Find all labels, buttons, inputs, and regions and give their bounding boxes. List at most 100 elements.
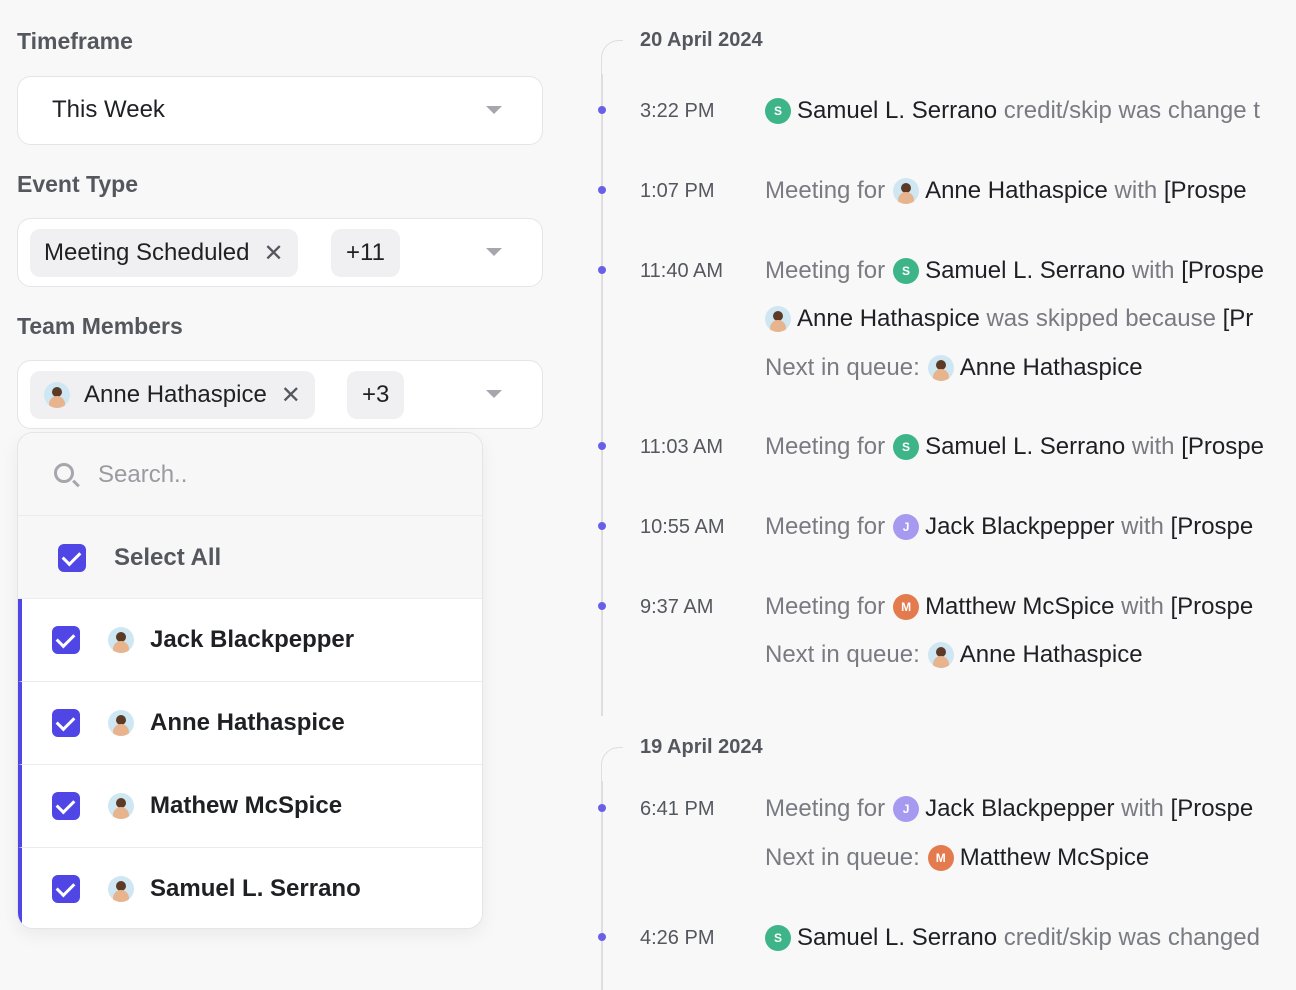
event-row[interactable]: Next in queue: Anne Hathaspice [765, 641, 1143, 669]
avatar: J [893, 514, 920, 540]
event-person[interactable]: Anne Hathaspice [797, 305, 980, 333]
member-option[interactable]: Anne Hathaspice [18, 682, 482, 765]
timeline-date: 20 April 2024 [640, 29, 763, 51]
event-prefix: Meeting for [765, 513, 886, 540]
team-members-dropdown: Select All Jack Blackpepper Anne Hathasp… [17, 432, 483, 929]
event-prefix: Meeting for [765, 177, 886, 204]
member-option[interactable]: Mathew McSpice [18, 765, 482, 848]
event-person[interactable]: Matthew McSpice [960, 844, 1149, 872]
team-member-chip: Anne Hathaspice ✕ [30, 371, 315, 419]
event-text: credit/skip was changed [1003, 924, 1260, 951]
event-row[interactable]: S Samuel L. Serrano credit/skip was chan… [765, 924, 1260, 952]
event-type-more-count: +11 [346, 239, 385, 266]
event-row[interactable]: Anne Hathaspice was skipped because [Pr [765, 305, 1253, 333]
event-type-chip: Meeting Scheduled ✕ [30, 229, 298, 277]
event-row[interactable]: Next in queue: M Matthew McSpice [765, 844, 1149, 872]
timeline-connector [601, 747, 623, 783]
event-row[interactable]: Meeting for M Matthew McSpice with [Pros… [765, 593, 1253, 621]
timeline-dot [598, 602, 606, 610]
event-person[interactable]: Samuel L. Serrano [925, 433, 1125, 461]
event-text: [Prospe [1170, 795, 1254, 822]
timeline-date: 19 April 2024 [640, 736, 763, 758]
event-text: [Prospe [1170, 593, 1254, 620]
member-checkbox[interactable] [52, 626, 80, 654]
event-person[interactable]: Jack Blackpepper [925, 513, 1114, 541]
avatar: M [927, 845, 954, 871]
event-person[interactable]: Anne Hathaspice [960, 354, 1143, 382]
event-person[interactable]: Samuel L. Serrano [797, 97, 997, 125]
event-time: 11:03 AM [640, 436, 724, 458]
event-text: [Prospe [1181, 257, 1264, 284]
event-type-chip-label: Meeting Scheduled [44, 239, 250, 266]
member-checkbox[interactable] [52, 709, 80, 737]
close-icon[interactable]: ✕ [263, 239, 283, 268]
chevron-down-icon[interactable] [486, 106, 502, 114]
timeline-dot [598, 522, 606, 530]
event-type-label: Event Type [17, 171, 138, 197]
select-all-checkbox[interactable] [58, 544, 86, 572]
event-time: 9:37 AM [640, 596, 714, 618]
avatar [765, 306, 791, 332]
event-person[interactable]: Jack Blackpepper [925, 795, 1114, 823]
avatar [927, 355, 954, 381]
timeline-dot [598, 442, 606, 450]
search-icon [54, 463, 74, 483]
timeline-line [601, 781, 603, 990]
close-icon[interactable]: ✕ [281, 381, 301, 410]
event-text: [Prospe [1170, 513, 1254, 540]
member-option[interactable]: Jack Blackpepper [18, 599, 482, 682]
event-row[interactable]: Meeting for Anne Hathaspice with [Prospe [765, 177, 1247, 205]
event-person[interactable]: Matthew McSpice [925, 593, 1114, 621]
event-person[interactable]: Samuel L. Serrano [925, 257, 1125, 285]
select-all-row[interactable]: Select All [18, 516, 482, 599]
chevron-down-icon[interactable] [486, 248, 502, 256]
event-type-select[interactable]: Meeting Scheduled ✕ +11 [17, 218, 543, 287]
member-option-label: Anne Hathaspice [150, 709, 345, 736]
member-option-label: Samuel L. Serrano [150, 875, 361, 902]
team-members-more-badge[interactable]: +3 [347, 371, 405, 419]
event-prefix: Next in queue: [765, 844, 920, 871]
member-option[interactable]: Samuel L. Serrano [18, 848, 482, 928]
avatar: S [893, 434, 920, 460]
timeline-line [601, 74, 603, 716]
avatar [108, 710, 134, 736]
search-row [18, 433, 482, 516]
timeline-dot [598, 106, 606, 114]
team-members-label: Team Members [17, 313, 183, 339]
team-members-select[interactable]: Anne Hathaspice ✕ +3 [17, 360, 543, 429]
event-time: 10:55 AM [640, 516, 725, 538]
event-person[interactable]: Samuel L. Serrano [797, 924, 997, 952]
event-prefix: Meeting for [765, 433, 886, 460]
timeframe-label: Timeframe [17, 28, 133, 54]
event-text: [Prospe [1181, 433, 1264, 460]
event-prefix: Next in queue: [765, 641, 920, 668]
event-row[interactable]: Meeting for J Jack Blackpepper with [Pro… [765, 513, 1253, 541]
event-row[interactable]: S Samuel L. Serrano credit/skip was chan… [765, 97, 1260, 125]
avatar [893, 178, 920, 204]
member-checkbox[interactable] [52, 875, 80, 903]
avatar: J [893, 796, 920, 822]
event-with: with [1114, 177, 1158, 204]
event-person[interactable]: Anne Hathaspice [960, 641, 1143, 669]
event-prefix: Meeting for [765, 593, 886, 620]
member-checkbox[interactable] [52, 792, 80, 820]
chevron-down-icon[interactable] [486, 390, 502, 398]
event-row[interactable]: Next in queue: Anne Hathaspice [765, 354, 1143, 382]
event-row[interactable]: Meeting for S Samuel L. Serrano with [Pr… [765, 433, 1264, 461]
search-input[interactable] [98, 458, 438, 492]
timeframe-select[interactable]: This Week [17, 76, 543, 145]
event-time: 11:40 AM [640, 260, 724, 282]
select-all-label: Select All [114, 544, 222, 571]
event-row[interactable]: Meeting for J Jack Blackpepper with [Pro… [765, 795, 1253, 823]
event-row[interactable]: Meeting for S Samuel L. Serrano with [Pr… [765, 257, 1264, 285]
event-text: [Pr [1222, 305, 1254, 332]
team-member-chip-label: Anne Hathaspice [84, 381, 267, 408]
event-with: with [1131, 433, 1175, 460]
event-person[interactable]: Anne Hathaspice [925, 177, 1108, 205]
event-time: 4:26 PM [640, 927, 715, 949]
avatar [108, 793, 134, 819]
avatar [927, 642, 954, 668]
event-type-more-badge[interactable]: +11 [331, 229, 400, 277]
avatar: S [893, 258, 920, 284]
team-members-more-count: +3 [362, 381, 390, 408]
